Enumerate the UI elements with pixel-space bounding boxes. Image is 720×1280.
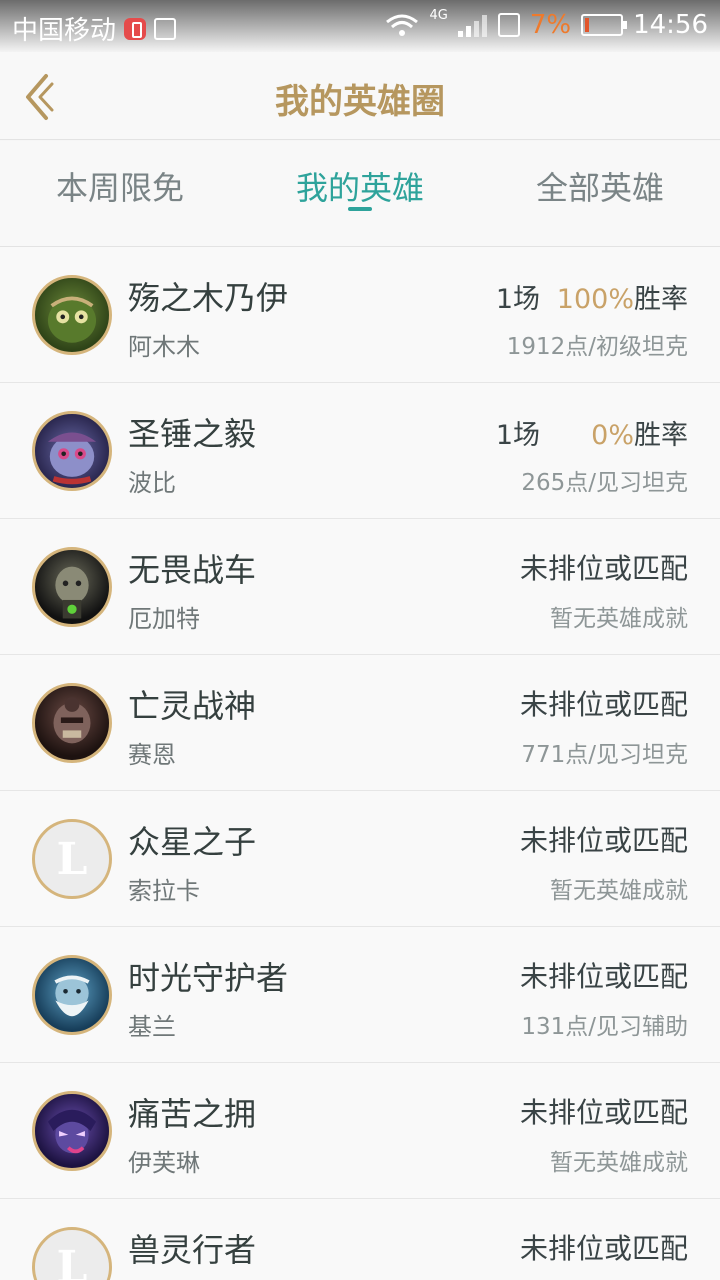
network-type: 4G — [429, 7, 448, 23]
hero-points: 265点/见习坦克 — [521, 470, 688, 496]
hero-name: 阿木木 — [128, 333, 200, 361]
hero-avatar — [32, 683, 112, 763]
gallery-icon — [154, 17, 177, 40]
hero-avatar-placeholder: L — [32, 1227, 112, 1280]
hero-points: 暂无英雄成就 — [550, 606, 688, 632]
hero-name: 赛恩 — [128, 741, 176, 769]
hero-title: 兽灵行者 — [128, 1231, 257, 1269]
hero-points: 暂无英雄成就 — [550, 878, 688, 904]
win-rate-value: 100% — [556, 284, 634, 315]
rank-status: 未排位或匹配 — [519, 552, 688, 585]
hero-row[interactable]: L 兽灵行者 未排位或匹配 — [0, 1199, 720, 1280]
battery-percent: 7% — [529, 10, 572, 40]
hero-name: 波比 — [128, 469, 176, 497]
hero-avatar-placeholder: L — [32, 819, 112, 899]
hero-avatar — [32, 547, 112, 627]
hero-title: 痛苦之拥 — [128, 1095, 257, 1133]
status-bar: 中国移动 4G 7% 14:56 — [0, 0, 720, 52]
hero-title: 殇之木乃伊 — [128, 279, 289, 317]
win-rate-label: 胜率 — [634, 420, 688, 451]
rank-status: 未排位或匹配 — [519, 688, 688, 721]
placeholder-logo-icon: L — [56, 1241, 88, 1280]
hero-title: 时光守护者 — [128, 959, 289, 997]
hero-name: 厄加特 — [128, 605, 200, 633]
hero-points: 771点/见习坦克 — [521, 742, 688, 768]
tab-weekly-free[interactable]: 本周限免 — [0, 141, 240, 246]
wifi-icon — [386, 14, 419, 36]
amumu-portrait-icon — [47, 296, 97, 343]
win-rate-label: 胜率 — [634, 284, 688, 315]
win-rate-value: 0% — [591, 420, 634, 451]
hero-name: 基兰 — [128, 1013, 176, 1041]
notification-icon — [124, 17, 147, 40]
hero-row[interactable]: 痛苦之拥 伊芙琳 未排位或匹配 暂无英雄成就 — [0, 1063, 720, 1199]
hero-avatar — [32, 275, 112, 355]
hero-row[interactable]: 亡灵战神 赛恩 未排位或匹配 771点/见习坦克 — [0, 655, 720, 791]
carrier-label: 中国移动 — [12, 16, 117, 46]
placeholder-logo-icon: L — [56, 833, 88, 885]
hero-avatar — [32, 955, 112, 1035]
hero-points: 131点/见习辅助 — [521, 1014, 688, 1040]
rank-status: 未排位或匹配 — [519, 960, 688, 993]
hero-title: 无畏战车 — [128, 551, 257, 589]
hero-points: 1912点/初级坦克 — [506, 334, 688, 360]
hero-row[interactable]: 圣锤之毅 波比 1场 0% 胜率 265点/见习坦克 — [0, 383, 720, 519]
hero-name: 伊芙琳 — [128, 1149, 200, 1177]
hero-list: 殇之木乃伊 阿木木 1场 100% 胜率 1912点/初级坦克 圣锤之毅 波比 … — [0, 247, 720, 1280]
tab-bar: 本周限免 我的英雄 全部英雄 — [0, 141, 720, 247]
urgot-portrait-icon — [55, 566, 89, 619]
page-title: 我的英雄圈 — [275, 82, 445, 122]
sim-icon — [497, 13, 520, 37]
games-count: 1场 — [495, 284, 540, 315]
rank-status: 未排位或匹配 — [519, 824, 688, 857]
hero-row[interactable]: L 众星之子 索拉卡 未排位或匹配 暂无英雄成就 — [0, 791, 720, 927]
hero-row[interactable]: 时光守护者 基兰 未排位或匹配 131点/见习辅助 — [0, 927, 720, 1063]
games-count: 1场 — [495, 420, 540, 451]
evelynn-portrait-icon — [47, 1109, 97, 1154]
tab-all-heroes[interactable]: 全部英雄 — [480, 141, 720, 246]
hero-stats: 1场 0% 胜率 — [496, 413, 688, 452]
rank-status: 未排位或匹配 — [519, 1096, 688, 1129]
zilean-portrait-icon — [54, 975, 90, 1017]
rank-status: 未排位或匹配 — [519, 1232, 688, 1265]
hero-title: 圣锤之毅 — [128, 415, 257, 453]
hero-row[interactable]: 无畏战车 厄加特 未排位或匹配 暂无英雄成就 — [0, 519, 720, 655]
hero-title: 亡灵战神 — [128, 687, 257, 725]
tab-my-heroes[interactable]: 我的英雄 — [240, 141, 480, 246]
hero-row[interactable]: 殇之木乃伊 阿木木 1场 100% 胜率 1912点/初级坦克 — [0, 247, 720, 383]
clock: 14:56 — [633, 10, 708, 40]
app-header: 我的英雄圈 — [0, 52, 720, 140]
hero-name: 索拉卡 — [128, 877, 200, 905]
signal-icon — [457, 13, 488, 37]
battery-icon — [581, 14, 628, 36]
hero-avatar — [32, 411, 112, 491]
sion-portrait-icon — [53, 697, 91, 744]
hero-avatar — [32, 1091, 112, 1171]
poppy-portrait-icon — [47, 432, 97, 485]
hero-title: 众星之子 — [128, 823, 257, 861]
hero-stats: 1场 100% 胜率 — [496, 277, 688, 316]
hero-points: 暂无英雄成就 — [550, 1150, 688, 1176]
